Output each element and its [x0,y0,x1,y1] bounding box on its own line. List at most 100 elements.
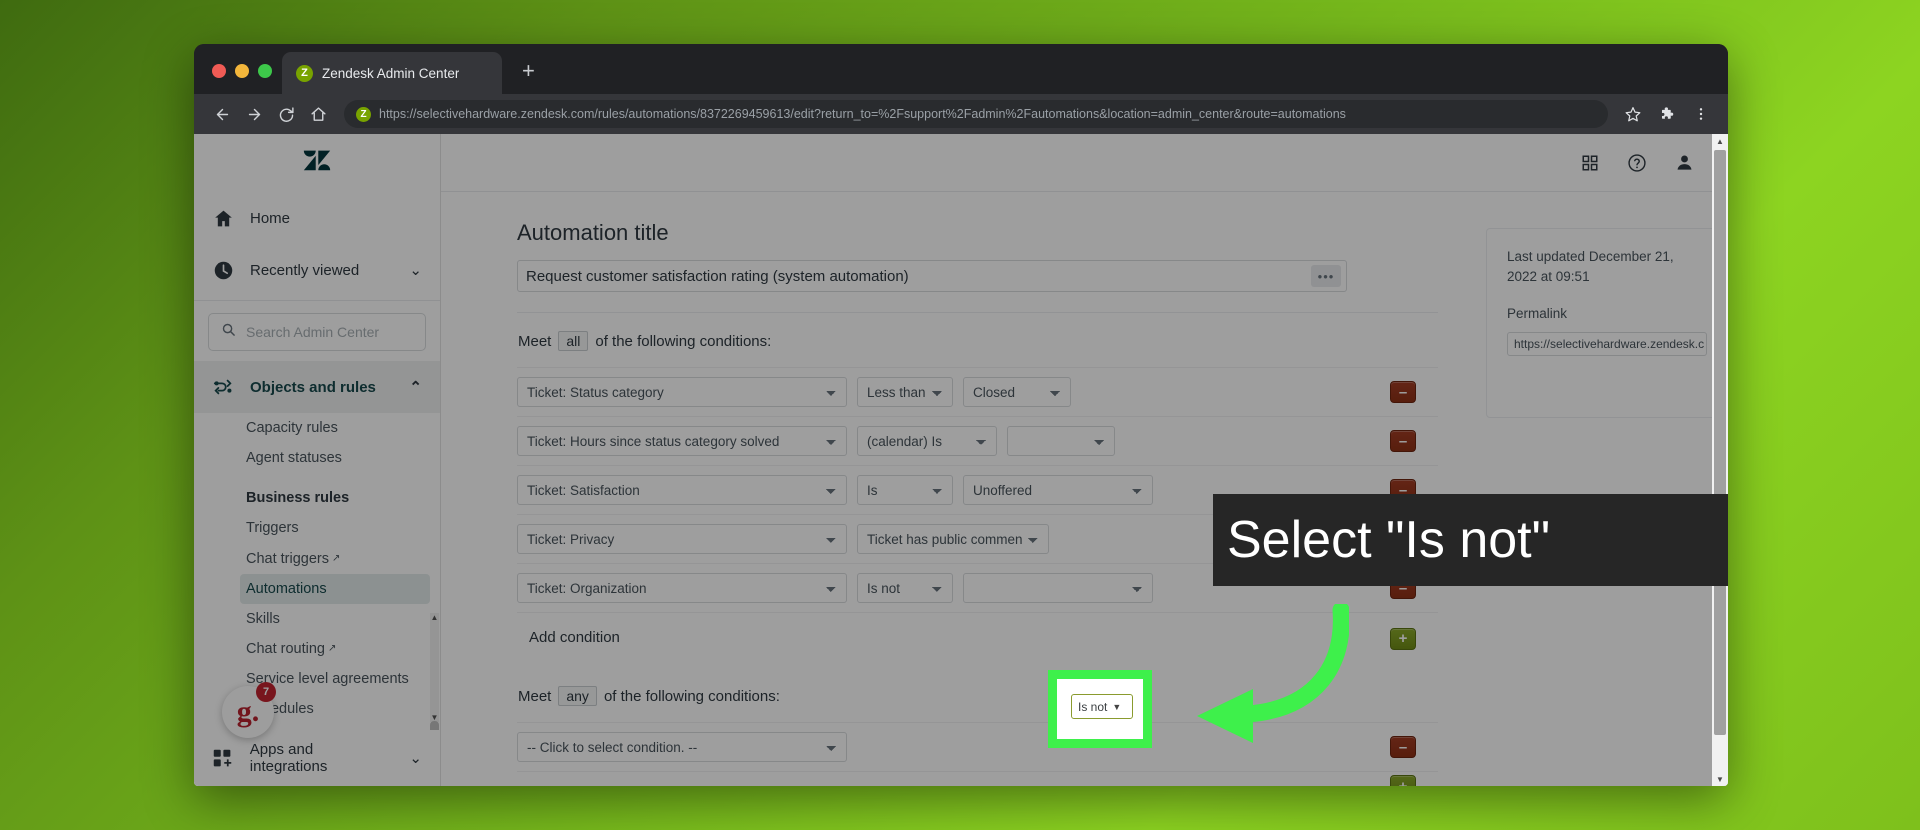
automation-title-input[interactable] [517,260,1347,292]
condition-field-select[interactable]: Ticket: Privacy [517,524,847,554]
condition-operator-select[interactable]: Is [857,475,953,505]
sidebar-subitem-capacity-rules[interactable]: Capacity rules [194,413,440,443]
sidebar-subitem-service-level-agreements[interactable]: Service level agreements [194,664,440,694]
condition-row: Ticket: Hours since status category solv… [517,416,1438,465]
browser-toolbar: Z https://selectivehardware.zendesk.com/… [194,94,1728,134]
meet-any-chip[interactable]: any [558,686,597,706]
sidebar-subitem-automations[interactable]: Automations [240,573,430,604]
condition-field-select[interactable]: Ticket: Satisfaction [517,475,847,505]
condition-value-select[interactable]: Unoffered [963,475,1153,505]
permalink-input[interactable]: https://selectivehardware.zendesk.c [1507,331,1707,356]
main-column: Automation title ••• Meet all of the fol… [441,134,1728,786]
search-icon [221,322,236,342]
sidebar-group-business-rules: Business rules [246,490,350,507]
condition-field-select[interactable]: Ticket: Status category [517,377,847,407]
remove-condition-button[interactable]: – [1390,528,1416,550]
condition-value-select[interactable] [963,573,1153,603]
remove-condition-button[interactable]: – [1390,430,1416,452]
help-question-icon[interactable] [1627,153,1647,173]
add-condition-row-any: + [517,771,1438,786]
address-bar[interactable]: Z https://selectivehardware.zendesk.com/… [344,100,1608,128]
maximize-window-button[interactable] [258,64,272,78]
reload-icon[interactable] [270,98,302,130]
search-admin-center[interactable] [208,313,426,351]
sidebar-item-label: Home [250,209,291,227]
remove-condition-button[interactable]: – [1390,736,1416,758]
sidebar-subitem-skills[interactable]: Skills [194,604,440,634]
meta-side-panel: Last updated December 21, 2022 at 09:51 … [1478,192,1728,786]
search-input[interactable] [246,324,413,340]
browser-tab-strip: Z Zendesk Admin Center + [194,44,1728,94]
title-options-button[interactable]: ••• [1311,265,1341,287]
condition-operator-select[interactable]: Ticket has public comments [857,524,1049,554]
sidebar-subitem-triggers[interactable]: Triggers [194,513,440,543]
new-tab-button[interactable]: + [522,60,535,82]
scroll-up-arrow-icon[interactable]: ▲ [1712,134,1728,148]
help-widget-badge: 7 [256,682,276,702]
apps-grid-icon [212,748,234,769]
user-avatar-icon[interactable] [1675,153,1694,172]
chevron-down-icon: ▼ [1112,701,1122,712]
meet-prefix-label: Meet [518,687,552,705]
sidebar-item-apps-and-integrations[interactable]: Apps and integrations ⌄ [194,730,440,786]
scroll-down-arrow-icon[interactable]: ▼ [1712,772,1728,786]
condition-field-select[interactable]: Ticket: Organization [517,573,847,603]
zendesk-logo [303,150,331,171]
sidebar-scrollbar[interactable]: ▲ ▼ [430,613,439,730]
sidebar-subitem-agent-statuses[interactable]: Agent statuses [194,443,440,473]
sidebar-scroll-thumb[interactable] [430,721,439,730]
add-condition-button-any[interactable]: + [1390,775,1416,786]
three-dot-menu-icon[interactable] [1686,99,1716,129]
forward-arrow-icon[interactable] [238,98,270,130]
close-window-button[interactable] [212,64,226,78]
condition-field-select[interactable]: Ticket: Hours since status category solv… [517,426,847,456]
minimize-window-button[interactable] [235,64,249,78]
condition-row-any: -- Click to select condition. -- – [517,722,1438,771]
sidebar-item-home[interactable]: Home [194,192,440,244]
browser-tab[interactable]: Z Zendesk Admin Center [282,52,502,94]
scroll-up-arrow-icon[interactable]: ▲ [430,613,439,622]
brand-bar [194,134,440,192]
meet-all-chip[interactable]: all [558,331,589,351]
help-widget-launcher[interactable]: g. 7 [222,682,276,738]
sidebar-subitem-label: Chat routing [246,640,325,657]
remove-condition-button[interactable]: – [1390,479,1416,501]
is-not-dropdown-highlighted[interactable]: Is not ▼ [1071,694,1133,719]
scroll-down-arrow-icon[interactable]: ▼ [430,713,439,722]
add-condition-label: Add condition [529,629,620,646]
condition-operator-select-is-not[interactable]: Is not [857,573,953,603]
add-condition-row: Add condition + [517,612,1438,664]
permalink-label: Permalink [1507,306,1568,322]
chevron-up-icon[interactable]: ⌃ [409,378,422,396]
condition-value-select[interactable]: Closed [963,377,1071,407]
star-icon[interactable] [1618,99,1648,129]
chevron-down-icon[interactable]: ⌄ [409,749,422,767]
last-updated-text: Last updated December 21, 2022 at 09:51 [1507,249,1674,284]
condition-field-select-empty[interactable]: -- Click to select condition. -- [517,732,847,762]
add-condition-button[interactable]: + [1390,627,1416,650]
back-arrow-icon[interactable] [206,98,238,130]
chevron-down-icon[interactable]: ⌄ [409,261,422,279]
automation-form: Automation title ••• Meet all of the fol… [441,192,1478,786]
remove-condition-button[interactable]: – [1390,577,1416,599]
remove-condition-button[interactable]: – [1390,381,1416,403]
sidebar-item-objects-and-rules[interactable]: Objects and rules ⌃ [194,361,440,413]
condition-operator-select[interactable]: (calendar) Is [857,426,997,456]
condition-value-select[interactable] [1007,426,1115,456]
clock-icon [212,260,234,281]
window-traffic-lights [194,64,272,94]
url-text: https://selectivehardware.zendesk.com/ru… [379,107,1346,121]
sidebar-item-recently-viewed[interactable]: Recently viewed ⌄ [194,244,440,296]
zendesk-favicon-icon: Z [296,64,313,82]
sidebar-item-label: Objects and rules [250,378,376,396]
browser-scroll-thumb[interactable] [1714,150,1726,735]
home-icon[interactable] [302,98,334,130]
meet-all-row: Meet all of the following conditions: [517,313,1438,367]
sidebar-subitem-chat-routing[interactable]: Chat routing ↗ [194,634,440,664]
puzzle-piece-icon[interactable] [1652,99,1682,129]
condition-operator-select[interactable]: Less than [857,377,953,407]
browser-tab-title: Zendesk Admin Center [322,65,460,81]
sidebar-subitem-chat-triggers[interactable]: Chat triggers ↗ [194,544,440,574]
products-grid-icon[interactable] [1581,154,1599,172]
browser-scrollbar[interactable]: ▲ ▼ [1712,134,1728,786]
